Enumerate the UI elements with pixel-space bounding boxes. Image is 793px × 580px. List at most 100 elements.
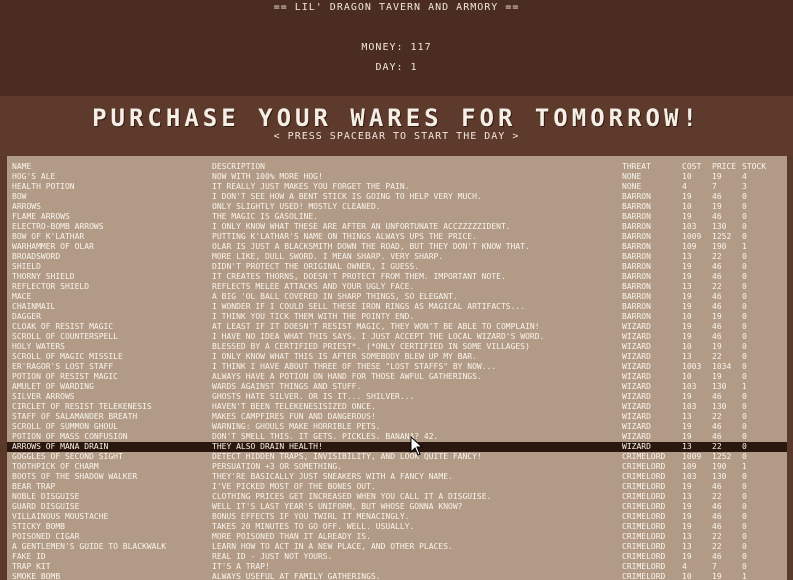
- table-row[interactable]: FAKE ID REAL ID - JUST NOT YOURS. CRIMELOR…: [7, 552, 787, 562]
- table-row[interactable]: REFLECTOR SHIELD REFLECTS MELEE ATTACKS A…: [7, 282, 787, 292]
- item-name: BOW: [12, 192, 27, 201]
- table-row[interactable]: BOW I DON'T SEE HOW A BENT STICK IS GOING…: [7, 192, 787, 202]
- item-cost: 1009: [682, 452, 702, 461]
- table-row[interactable]: GUARD DISGUISE WELL IT'S LAST YEAR'S UNIF…: [7, 502, 787, 512]
- item-name: HOG'S ALE: [12, 172, 56, 181]
- item-description: A BIG 'OL BALL COVERED IN SHARP THINGS, …: [212, 292, 458, 301]
- item-threat: BARRON: [622, 222, 651, 231]
- item-stock: 0: [742, 552, 747, 561]
- table-row[interactable]: ARROWS ONLY SLIGHTLY USED! MOSTLY CLEANED…: [7, 202, 787, 212]
- table-row[interactable]: HOLY WATERS BLESSED BY A CERTIFIED PRIEST…: [7, 342, 787, 352]
- item-price: 46: [712, 432, 722, 441]
- column-description-header: DESCRIPTION: [212, 162, 265, 171]
- item-price: 46: [712, 522, 722, 531]
- table-row[interactable]: SCROLL OF COUNTERSPELL I HAVE NO IDEA WHA…: [7, 332, 787, 342]
- item-cost: 13: [682, 352, 692, 361]
- item-name: HEALTH POTION: [12, 182, 75, 191]
- table-row[interactable]: NOBLE DISGUISE CLOTHING PRICES GET INCREA…: [7, 492, 787, 502]
- column-name-header: NAME: [12, 162, 32, 171]
- table-row[interactable]: THORNY SHIELD IT CREATES THORNS, DOESN'T …: [7, 272, 787, 282]
- item-threat: WIZARD: [622, 332, 651, 341]
- item-cost: 103: [682, 402, 697, 411]
- table-row[interactable]: BROADSWORD MORE LIKE, DULL SWORD. I MEAN …: [7, 252, 787, 262]
- table-row[interactable]: ELECTRO-BOMB ARROWS I ONLY KNOW WHAT THES…: [7, 222, 787, 232]
- item-cost: 19: [682, 392, 692, 401]
- start-day-prompt[interactable]: < PRESS SPACEBAR TO START THE DAY >: [0, 131, 793, 142]
- table-row[interactable]: TOOTHPICK OF CHARM PERSUATION +3 OR SOMET…: [7, 462, 787, 472]
- table-row[interactable]: CHAINMAIL I WONDER IF I COULD SELL THESE …: [7, 302, 787, 312]
- item-cost: 19: [682, 212, 692, 221]
- table-row[interactable]: A GENTLEMEN'S GUIDE TO BLACKWALK LEARN HO…: [7, 542, 787, 552]
- table-row[interactable]: WARHAMMER OF OLAR OLAR IS JUST A BLACKSMI…: [7, 242, 787, 252]
- table-row[interactable]: ER'RAGOR'S LOST STAFF I THINK I HAVE ABOU…: [7, 362, 787, 372]
- item-threat: CRIMELORD: [622, 522, 666, 531]
- item-cost: 13: [682, 412, 692, 421]
- table-row[interactable]: ARROWS OF MANA DRAIN THEY ALSO DRAIN HEAL…: [7, 442, 787, 452]
- item-stock: 0: [742, 342, 747, 351]
- item-stock: 0: [742, 262, 747, 271]
- table-row[interactable]: STICKY BOMB TAKES 20 MINUTES TO GO OFF. W…: [7, 522, 787, 532]
- item-name: FLAME ARROWS: [12, 212, 70, 221]
- item-price: 22: [712, 532, 722, 541]
- item-threat: BARRON: [622, 302, 651, 311]
- table-row[interactable]: VILLAINOUS MOUSTACHE BONUS EFFECTS IF YOU…: [7, 512, 787, 522]
- table-row[interactable]: CLOAK OF RESIST MAGIC AT LEAST IF IT DOES…: [7, 322, 787, 332]
- item-name: BROADSWORD: [12, 252, 61, 261]
- item-cost: 19: [682, 552, 692, 561]
- item-name: SCROLL OF MAGIC MISSILE: [12, 352, 123, 361]
- item-stock: 4: [742, 172, 747, 181]
- item-stock: 0: [742, 532, 747, 541]
- table-row[interactable]: SMOKE BOMB ALWAYS USEFUL AT FAMILY GATHER…: [7, 572, 787, 580]
- table-row[interactable]: BOOTS OF THE SHADOW WALKER THEY'RE BASICA…: [7, 472, 787, 482]
- item-price: 46: [712, 292, 722, 301]
- item-description: BLESSED BY A CERTIFIED PRIEST*. (*ONLY C…: [212, 342, 530, 351]
- item-cost: 19: [682, 322, 692, 331]
- item-stock: 1: [742, 382, 747, 391]
- item-stock: 0: [742, 282, 747, 291]
- item-name: SHIELD: [12, 262, 41, 271]
- item-price: 19: [712, 172, 722, 181]
- table-row[interactable]: DAGGER I THINK YOU TICK THEM WITH THE POI…: [7, 312, 787, 322]
- item-cost: 19: [682, 482, 692, 491]
- table-row[interactable]: MACE A BIG 'OL BALL COVERED IN SHARP THIN…: [7, 292, 787, 302]
- item-description: IT CREATES THORNS, DOESN'T PROTECT FROM …: [212, 272, 506, 281]
- table-row[interactable]: AMULET OF WARDING WARDS AGAINST THINGS AN…: [7, 382, 787, 392]
- table-row[interactable]: TRAP KIT IT'S A TRAP! CRIMELORD 4 7 0: [7, 562, 787, 572]
- table-row[interactable]: POTION OF MASS CONFUSION DON'T SMELL THIS…: [7, 432, 787, 442]
- item-stock: 0: [742, 432, 747, 441]
- table-row[interactable]: HOG'S ALE NOW WITH 100% MORE HOG! NONE 10 19…: [7, 172, 787, 182]
- item-price: 190: [712, 462, 727, 471]
- table-row[interactable]: BOW OF K'LATHAR PUTTING K'LATHAR'S NAME O…: [7, 232, 787, 242]
- table-row[interactable]: SCROLL OF MAGIC MISSILE I ONLY KNOW WHAT …: [7, 352, 787, 362]
- item-cost: 19: [682, 192, 692, 201]
- table-row[interactable]: CIRCLET OF RESIST TELEKENESIS HAVEN'T BEE…: [7, 402, 787, 412]
- item-name: AMULET OF WARDING: [12, 382, 94, 391]
- item-threat: BARRON: [622, 282, 651, 291]
- table-row[interactable]: POTION OF RESIST MAGIC ALWAYS HAVE A POTI…: [7, 372, 787, 382]
- item-name: ER'RAGOR'S LOST STAFF: [12, 362, 114, 371]
- table-row[interactable]: BEAR TRAP I'VE PICKED MOST OF THE BONES O…: [7, 482, 787, 492]
- item-cost: 10: [682, 172, 692, 181]
- item-cost: 103: [682, 472, 697, 481]
- table-row[interactable]: SILVER ARROWS GHOSTS HATE SILVER. OR IS I…: [7, 392, 787, 402]
- item-cost: 4: [682, 562, 687, 571]
- item-price: 1252: [712, 232, 732, 241]
- table-row[interactable]: HEALTH POTION IT REALLY JUST MAKES YOU FO…: [7, 182, 787, 192]
- item-price: 19: [712, 372, 722, 381]
- item-stock: 3: [742, 182, 747, 191]
- item-stock: 0: [742, 202, 747, 211]
- item-stock: 0: [742, 352, 747, 361]
- item-description: WARNING: GHOULS MAKE HORRIBLE PETS.: [212, 422, 381, 431]
- item-stock: 0: [742, 322, 747, 331]
- table-row[interactable]: SCROLL OF SUMMON GHOUL WARNING: GHOULS MA…: [7, 422, 787, 432]
- item-cost: 19: [682, 522, 692, 531]
- item-price: 19: [712, 342, 722, 351]
- item-price: 46: [712, 272, 722, 281]
- table-row[interactable]: FLAME ARROWS THE MAGIC IS GASOLINE. BARRON…: [7, 212, 787, 222]
- item-description: I'VE PICKED MOST OF THE BONES OUT.: [212, 482, 376, 491]
- table-row[interactable]: POISONED CIGAR MORE POISONED THAN IT ALRE…: [7, 532, 787, 542]
- item-stock: 0: [742, 472, 747, 481]
- table-row[interactable]: STAFF OF SALAMANDER BREATH MAKES CAMPFIRE…: [7, 412, 787, 422]
- table-row[interactable]: GOGGLES OF SECOND SIGHT DETECT HIDDEN TRA…: [7, 452, 787, 462]
- table-row[interactable]: SHIELD DIDN'T PROTECT THE ORIGINAL OWNER,…: [7, 262, 787, 272]
